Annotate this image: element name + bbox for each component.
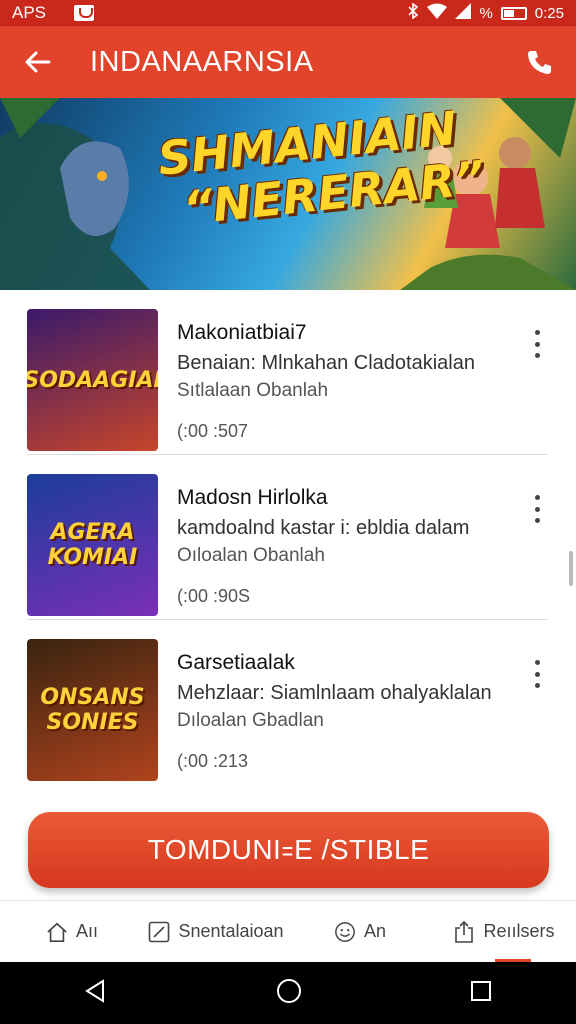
primary-action-button[interactable]: TOMDUNI꞊E /STIBLE <box>28 812 549 888</box>
list-item[interactable]: AGERA KOMIAI Madosn Hirlolka kamdoalnd k… <box>0 455 576 620</box>
system-navigation-bar <box>0 962 576 1024</box>
nav-label: Reıılsers <box>483 921 555 941</box>
edit-icon <box>148 921 170 943</box>
back-triangle-icon[interactable] <box>83 978 109 1009</box>
nav-label: Snentalaioan <box>178 921 284 941</box>
battery-percent: % <box>479 4 493 22</box>
status-time: 0:25 <box>534 4 564 22</box>
recents-square-icon[interactable] <box>469 979 493 1008</box>
item-title: Garsetiaalak <box>177 651 295 674</box>
phone-icon <box>528 51 551 74</box>
wifi-icon <box>427 3 448 23</box>
nav-item-edit[interactable]: Snentalaioan <box>144 901 288 962</box>
item-subtitle: Benaian: Mlnkahan Cladotakialan <box>177 352 475 374</box>
item-subtitle: kamdoalnd kastar i: ebldia dalam <box>177 517 470 539</box>
page-title: INDANAARNSIA <box>90 45 314 78</box>
thumbnail-art: AGERA KOMIAI <box>27 474 158 616</box>
nav-label: An <box>363 921 387 941</box>
item-secondary: Sıtlalaan Obanlah <box>177 380 329 401</box>
notification-icon <box>74 5 95 21</box>
thumbnail-art: SODAAGIAI <box>27 309 158 451</box>
home-circle-icon[interactable] <box>275 977 303 1010</box>
status-bar: APS % 0:25 <box>0 0 576 26</box>
bottom-navigation: Aıı Snentalaioan An Reıılsers <box>0 900 576 962</box>
bluetooth-icon <box>407 2 419 23</box>
hero-banner[interactable]: SHMANIAIN “NERERAR” <box>0 98 576 290</box>
item-thumbnail: AGERA KOMIAI <box>27 474 158 616</box>
back-button[interactable] <box>20 45 54 79</box>
content-list: SODAAGIAI Makoniatbiai7 Benaian: Mlnkaha… <box>0 290 576 785</box>
call-button[interactable] <box>522 45 556 79</box>
emoji-icon <box>334 921 356 943</box>
status-app-label: APS <box>12 3 47 22</box>
item-secondary: Oıloalan Obanlah <box>177 545 325 566</box>
share-icon <box>453 920 475 943</box>
list-item[interactable]: ONSANS SONIES Garsetiaalak Mehzlaar: Sia… <box>0 620 576 785</box>
item-duration: (:00 :213 <box>177 751 249 771</box>
arrow-left-icon <box>25 51 51 73</box>
item-thumbnail: ONSANS SONIES <box>27 639 158 781</box>
thumbnail-art: ONSANS SONIES <box>27 639 158 781</box>
more-options-icon[interactable] <box>528 495 546 523</box>
list-item[interactable]: SODAAGIAI Makoniatbiai7 Benaian: Mlnkaha… <box>0 290 576 455</box>
item-title: Madosn Hirlolka <box>177 486 328 509</box>
app-bar: INDANAARNSIA <box>0 26 576 98</box>
home-icon <box>46 921 68 943</box>
item-subtitle: Mehzlaar: Siamlnlaam ohalyaklalan <box>177 682 492 704</box>
more-options-icon[interactable] <box>528 330 546 358</box>
nav-label: Aıı <box>75 921 98 941</box>
item-duration: (:00 :507 <box>177 421 249 441</box>
battery-icon <box>500 6 527 20</box>
item-duration: (:00 :90S <box>177 586 251 606</box>
scrollbar[interactable] <box>569 551 573 586</box>
item-title: Makoniatbiai7 <box>177 321 307 344</box>
item-secondary: Dıloalan Gbadlan <box>177 710 324 731</box>
signal-icon <box>455 3 472 23</box>
more-options-icon[interactable] <box>528 660 546 688</box>
nav-item-emoji[interactable]: An <box>288 901 432 962</box>
nav-item-share[interactable]: Reıılsers <box>432 901 576 962</box>
item-thumbnail: SODAAGIAI <box>27 309 158 451</box>
nav-item-home[interactable]: Aıı <box>0 901 144 962</box>
